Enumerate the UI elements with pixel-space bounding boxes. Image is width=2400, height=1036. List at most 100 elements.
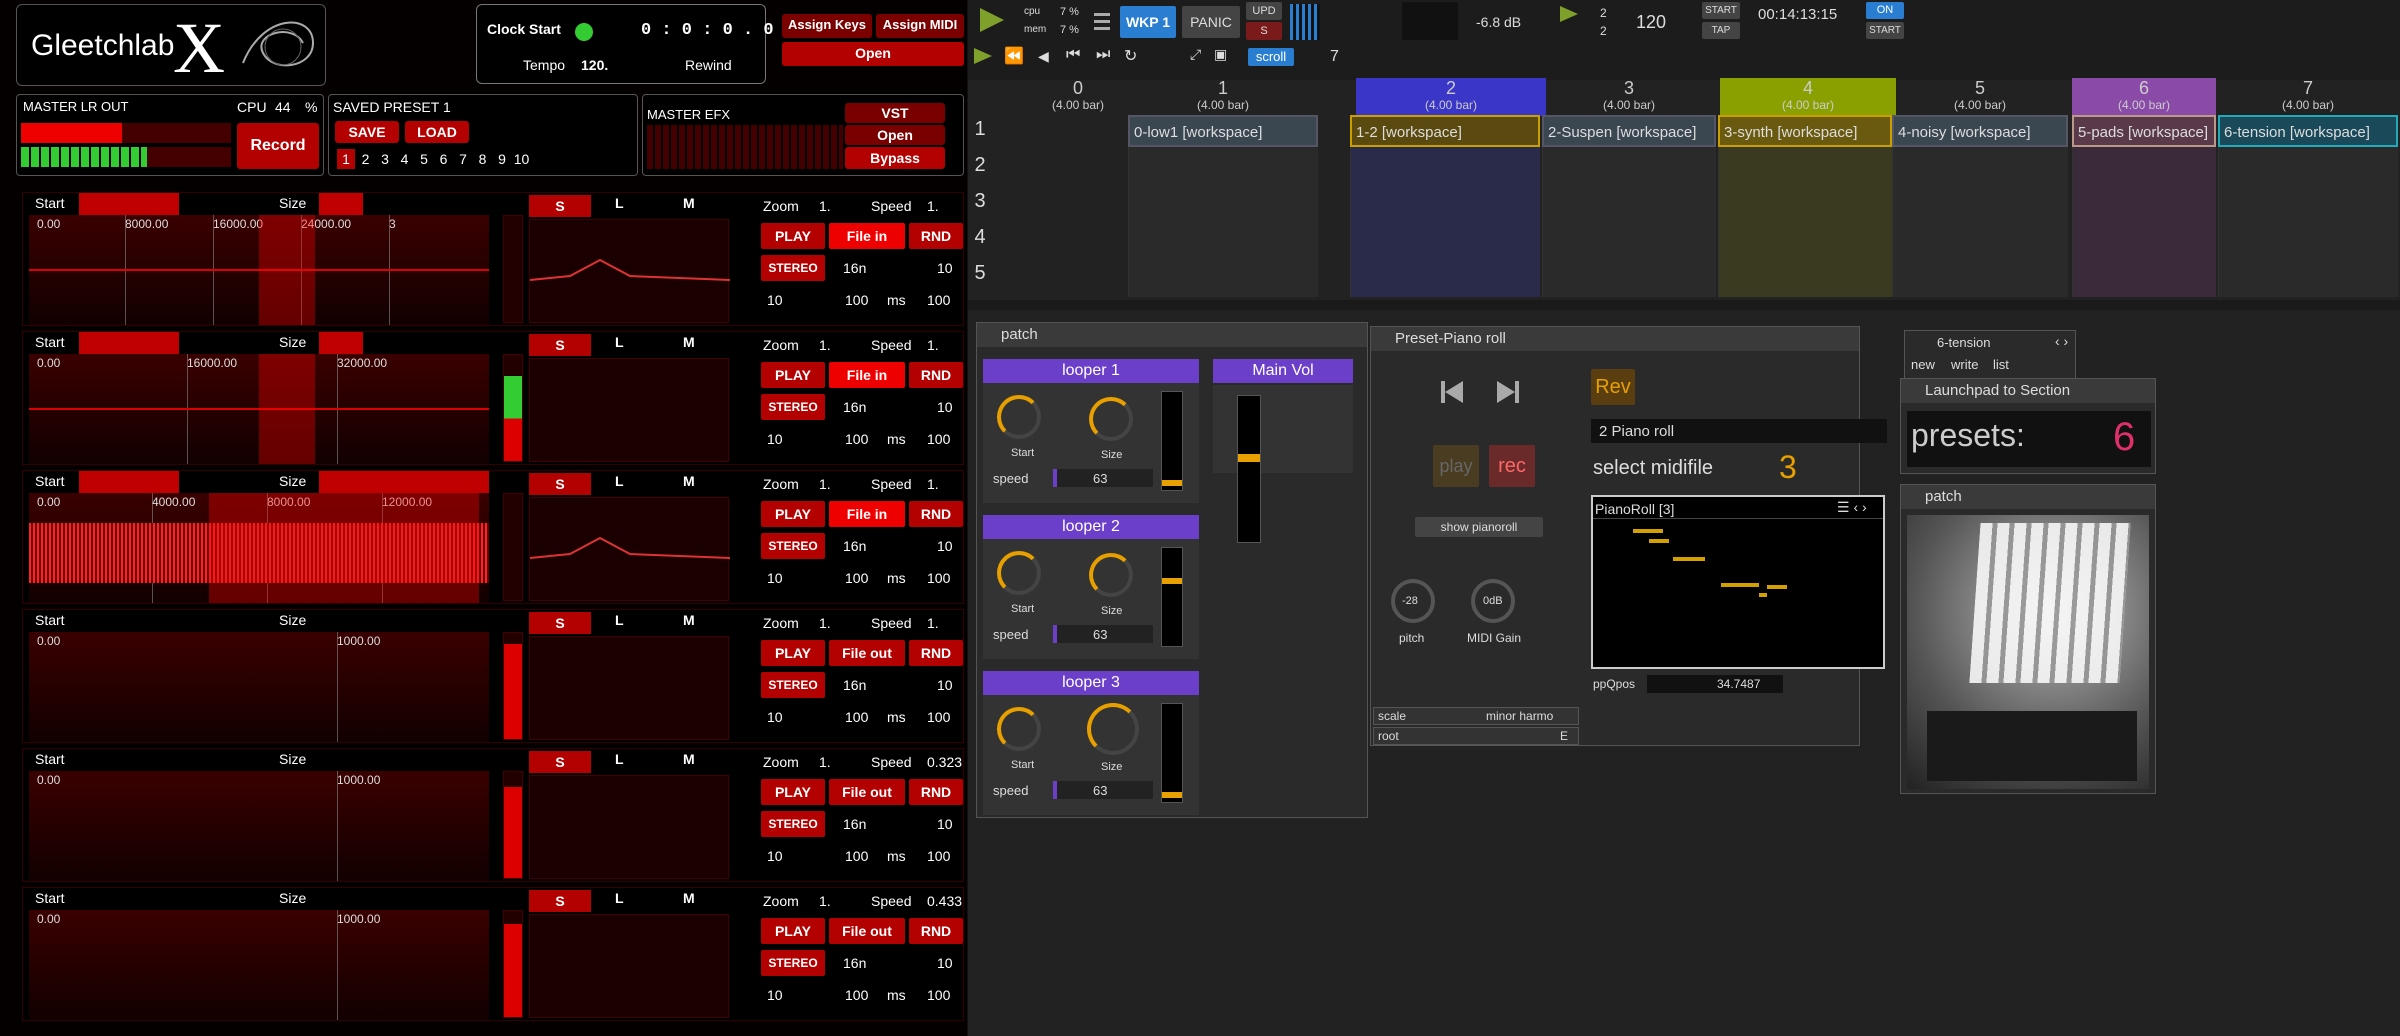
v3-value[interactable]: 100 [927, 843, 950, 869]
root-select[interactable]: root E [1373, 727, 1579, 745]
preset-slot[interactable]: 10 [513, 149, 531, 169]
workspace-button[interactable]: WKP 1 [1120, 6, 1176, 38]
preset-name[interactable]: 6-tension [1937, 335, 1990, 350]
file-button[interactable]: File out [829, 779, 905, 805]
envelope-view[interactable] [529, 636, 729, 740]
waveform-view[interactable]: 0.00 1000.00 [29, 632, 489, 742]
prev-icon[interactable]: ◀ [1038, 48, 1049, 65]
speed-value[interactable]: 1. [927, 332, 939, 358]
clip-slot[interactable]: 4-noisy [workspace] [1892, 115, 2068, 147]
record-button[interactable]: Record [237, 123, 319, 169]
waveform-view[interactable]: 0.00 16000.00 32000.00 [29, 354, 489, 464]
clip-slot[interactable]: 5-pads [workspace] [2072, 115, 2216, 147]
division-select[interactable]: 16n [843, 950, 866, 976]
solo-button[interactable]: S [529, 334, 591, 356]
speed-value[interactable]: 1. [927, 193, 939, 219]
preset-nav-icon[interactable]: ‹ › [2055, 333, 2068, 349]
v2-select[interactable]: 10 [767, 565, 783, 591]
v3-value[interactable]: 100 [927, 426, 950, 452]
envelope-view[interactable] [529, 775, 729, 879]
ms-value[interactable]: 100 [845, 982, 868, 1008]
start-range-bar[interactable] [79, 332, 179, 354]
solo-button[interactable]: S [529, 612, 591, 634]
scene-header[interactable]: 6 (4.00 bar) [2072, 78, 2216, 116]
preset-slot[interactable]: 6 [435, 149, 453, 169]
rec-toggle[interactable]: rec [1489, 445, 1535, 487]
envelope-view[interactable] [529, 497, 731, 601]
play-button[interactable]: PLAY [761, 640, 825, 666]
rnd-button[interactable]: RND [909, 640, 963, 666]
preset-slot[interactable]: 5 [415, 149, 433, 169]
stereo-button[interactable]: STEREO [761, 255, 825, 281]
l-button[interactable]: L [615, 473, 624, 489]
v2-select[interactable]: 10 [767, 287, 783, 313]
clip-slot[interactable]: 2-Suspen [workspace] [1542, 115, 1716, 147]
rnd-button[interactable]: RND [909, 918, 963, 944]
launch-play-icon[interactable] [972, 46, 994, 66]
stereo-button[interactable]: STEREO [761, 950, 825, 976]
v1-value[interactable]: 10 [937, 811, 953, 837]
scene-header[interactable]: 2 (4.00 bar) [1356, 78, 1546, 116]
speed-slider[interactable]: 63 [1053, 781, 1153, 799]
play-button[interactable]: PLAY [761, 362, 825, 388]
v1-value[interactable]: 10 [937, 950, 953, 976]
division-select[interactable]: 16n [843, 255, 866, 281]
skip-back-icon[interactable]: ⏮ [1066, 46, 1080, 64]
on-button[interactable]: ON [1866, 2, 1904, 19]
waveform-view[interactable]: 0.00 4000.00 8000.00 12000.00 [29, 493, 489, 603]
start-knob[interactable] [997, 395, 1041, 439]
v2-select[interactable]: 10 [767, 426, 783, 452]
write-button[interactable]: write [1951, 357, 1978, 372]
division-select[interactable]: 16n [843, 533, 866, 559]
preset-slot[interactable]: 7 [454, 149, 472, 169]
stereo-button[interactable]: STEREO [761, 533, 825, 559]
presets-value[interactable]: 6 [2113, 415, 2135, 460]
rewind-button[interactable]: Rewind [685, 57, 732, 73]
skip-forward-icon[interactable]: ⏭ [1096, 46, 1110, 64]
vst-button[interactable]: VST [845, 103, 945, 123]
pianoroll-view[interactable]: PianoRoll [3] ☰ ‹ › [1591, 495, 1885, 669]
ms-value[interactable]: 100 [845, 426, 868, 452]
clip-slot[interactable]: 3-synth [workspace] [1718, 115, 1892, 147]
ms-value[interactable]: 100 [845, 565, 868, 591]
rev-button[interactable]: Rev [1591, 369, 1635, 405]
assign-keys-button[interactable]: Assign Keys [782, 14, 872, 38]
scene-header[interactable]: 5 (4.00 bar) [1892, 78, 2068, 116]
lock-icon[interactable]: ▣ [1214, 46, 1227, 63]
size-knob[interactable] [1089, 553, 1133, 597]
midifile-number[interactable]: 3 [1779, 449, 1797, 486]
main-vol-fader[interactable] [1237, 395, 1261, 543]
scale-select[interactable]: scale minor harmo [1373, 707, 1579, 725]
solo-button[interactable]: S [529, 890, 591, 912]
new-button[interactable]: new [1911, 357, 1935, 372]
save-preset-button[interactable]: SAVE [335, 121, 399, 143]
v2-select[interactable]: 10 [767, 843, 783, 869]
clip-slot[interactable]: 6-tension [workspace] [2218, 115, 2398, 147]
solo-button[interactable]: S [529, 195, 591, 217]
m-button[interactable]: M [683, 612, 695, 628]
v1-value[interactable]: 10 [937, 255, 953, 281]
piano-roll-select[interactable]: 2 Piano roll [1591, 419, 1887, 443]
envelope-view[interactable] [529, 358, 729, 462]
tempo-readout[interactable]: 120 [1636, 12, 1666, 33]
panic-button[interactable]: PANIC [1182, 6, 1240, 38]
stereo-button[interactable]: STEREO [761, 811, 825, 837]
size-range-bar[interactable] [319, 193, 363, 215]
start2-button[interactable]: START [1866, 22, 1904, 39]
size-knob[interactable] [1087, 703, 1139, 755]
play-icon[interactable] [976, 6, 1006, 34]
file-button[interactable]: File out [829, 640, 905, 666]
l-button[interactable]: L [615, 751, 624, 767]
v2-select[interactable]: 10 [767, 982, 783, 1008]
l-button[interactable]: L [615, 612, 624, 628]
waveform-view[interactable]: 0.00 1000.00 [29, 910, 489, 1020]
l-button[interactable]: L [615, 195, 624, 211]
loop-icon[interactable]: ↻ [1124, 46, 1137, 66]
play-button[interactable]: PLAY [761, 918, 825, 944]
play-button[interactable]: PLAY [761, 223, 825, 249]
speed-value[interactable]: 0.323 [927, 749, 962, 775]
start-knob[interactable] [997, 707, 1041, 751]
solo-button[interactable]: S [529, 751, 591, 773]
s-button[interactable]: S [1246, 22, 1282, 40]
ms-value[interactable]: 100 [845, 287, 868, 313]
